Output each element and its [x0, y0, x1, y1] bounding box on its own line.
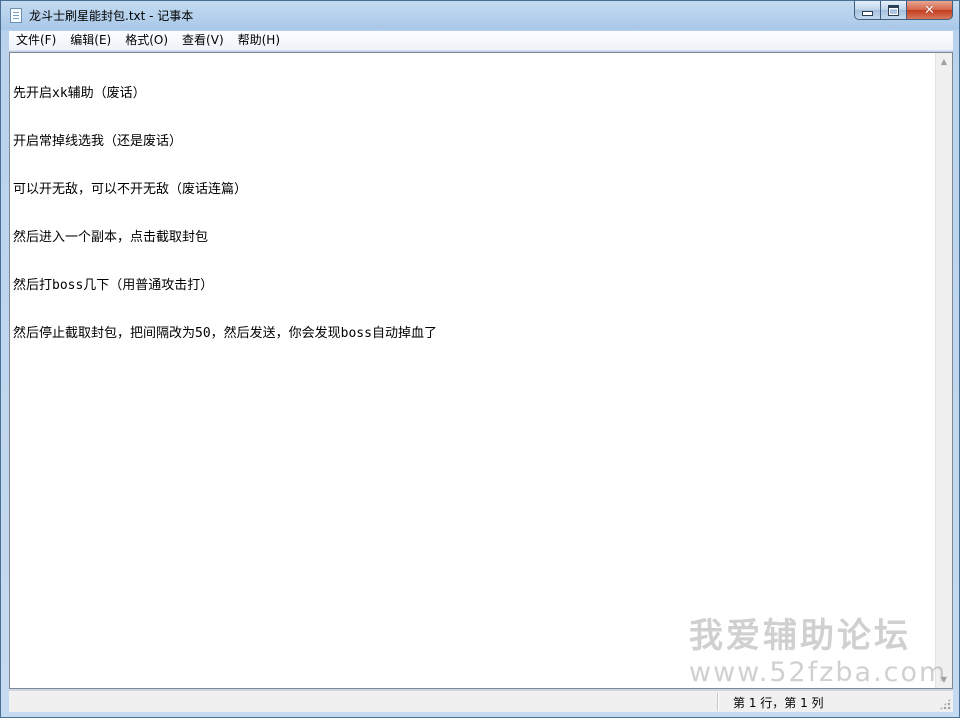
document-text[interactable]: 先开启xk辅助（废话） 开启常掉线选我（还是废话） 可以开无敌，可以不开无敌（废…: [13, 54, 933, 687]
minimize-icon: [862, 10, 873, 16]
text-line: 可以开无敌，可以不开无敌（废话连篇）: [13, 182, 248, 197]
menu-edit[interactable]: 编辑(E): [63, 31, 118, 50]
text-line: 然后停止截取封包，把间隔改为50，然后发送，你会发现boss自动掉血了: [13, 326, 437, 341]
status-divider: [717, 693, 718, 711]
maximize-icon: [888, 4, 899, 16]
title-bar[interactable]: 龙斗士刷星能封包.txt - 记事本 ✕: [1, 1, 959, 29]
menu-file[interactable]: 文件(F): [9, 31, 63, 50]
menu-format[interactable]: 格式(O): [118, 31, 175, 50]
scroll-down-icon[interactable]: ▼: [936, 671, 952, 688]
status-bar: 第 1 行，第 1 列: [9, 690, 953, 712]
vertical-scrollbar[interactable]: ▲ ▼: [935, 53, 952, 688]
window-title: 龙斗士刷星能封包.txt - 记事本: [29, 9, 194, 23]
text-line: 然后进入一个副本，点击截取封包: [13, 230, 209, 245]
minimize-button[interactable]: [854, 1, 881, 20]
notepad-icon[interactable]: [10, 8, 22, 23]
close-icon: ✕: [924, 2, 935, 18]
text-line: 先开启xk辅助（废话）: [13, 86, 146, 101]
maximize-button[interactable]: [881, 1, 907, 20]
menu-view[interactable]: 查看(V): [175, 31, 231, 50]
cursor-position: 第 1 行，第 1 列: [733, 696, 824, 710]
resize-grip-icon[interactable]: [939, 698, 951, 710]
menu-help[interactable]: 帮助(H): [231, 31, 287, 50]
scroll-up-icon[interactable]: ▲: [936, 53, 952, 70]
close-button[interactable]: ✕: [907, 1, 953, 20]
text-editor[interactable]: 先开启xk辅助（废话） 开启常掉线选我（还是废话） 可以开无敌，可以不开无敌（废…: [9, 52, 953, 689]
text-line: 然后打boss几下（用普通攻击打）: [13, 278, 214, 293]
menu-bar: 文件(F) 编辑(E) 格式(O) 查看(V) 帮助(H): [9, 31, 953, 51]
notepad-window: 龙斗士刷星能封包.txt - 记事本 ✕ 文件(F) 编辑(E) 格式(O) 查…: [0, 0, 960, 718]
text-line: 开启常掉线选我（还是废话）: [13, 134, 183, 149]
caption-buttons: ✕: [854, 1, 953, 21]
